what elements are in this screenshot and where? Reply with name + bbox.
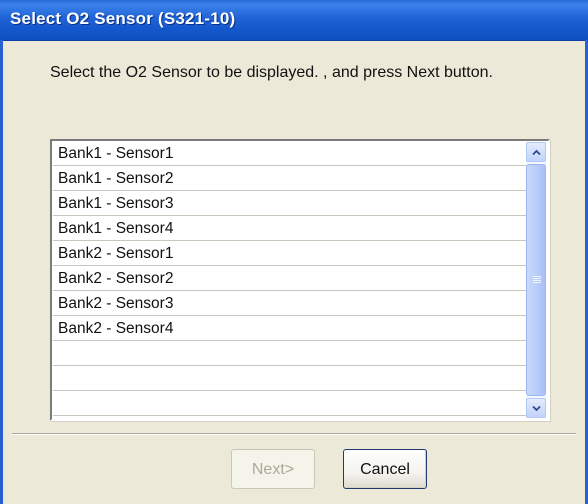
instruction-text: Select the O2 Sensor to be displayed. , … xyxy=(50,64,493,81)
sensor-list: Bank1 - Sensor1 Bank1 - Sensor2 Bank1 - … xyxy=(53,142,527,418)
cancel-button[interactable]: Cancel xyxy=(343,449,427,489)
window-title: Select O2 Sensor (S321-10) xyxy=(10,9,236,28)
list-item[interactable]: Bank1 - Sensor3 xyxy=(53,192,527,216)
list-item[interactable]: Bank2 - Sensor2 xyxy=(53,267,527,291)
list-item[interactable]: Bank1 - Sensor1 xyxy=(53,142,527,166)
sensor-listbox[interactable]: Bank1 - Sensor1 Bank1 - Sensor2 Bank1 - … xyxy=(50,139,550,421)
chevron-up-icon xyxy=(532,149,541,156)
scroll-down-button[interactable] xyxy=(526,398,546,418)
title-bar[interactable]: Select O2 Sensor (S321-10) xyxy=(0,0,588,41)
list-item[interactable]: Bank1 - Sensor4 xyxy=(53,217,527,241)
list-item[interactable]: Bank2 - Sensor3 xyxy=(53,292,527,316)
vertical-scrollbar[interactable] xyxy=(526,142,546,418)
separator-highlight xyxy=(12,434,576,435)
list-item[interactable] xyxy=(53,342,527,366)
window-border-left xyxy=(0,40,3,504)
list-item[interactable]: Bank2 - Sensor1 xyxy=(53,242,527,266)
thumb-grip xyxy=(533,282,541,283)
thumb-grip xyxy=(533,278,541,279)
list-item[interactable]: Bank2 - Sensor4 xyxy=(53,317,527,341)
dialog-window: Select O2 Sensor (S321-10) Select the O2… xyxy=(0,0,588,504)
chevron-down-icon xyxy=(532,405,541,412)
scroll-up-button[interactable] xyxy=(526,142,546,162)
scroll-thumb[interactable] xyxy=(526,164,546,396)
thumb-grip xyxy=(533,276,541,277)
list-item[interactable]: Bank1 - Sensor2 xyxy=(53,167,527,191)
list-item[interactable] xyxy=(53,392,527,416)
list-item[interactable] xyxy=(53,367,527,391)
thumb-grip xyxy=(533,280,541,281)
next-button[interactable]: Next> xyxy=(231,449,315,489)
